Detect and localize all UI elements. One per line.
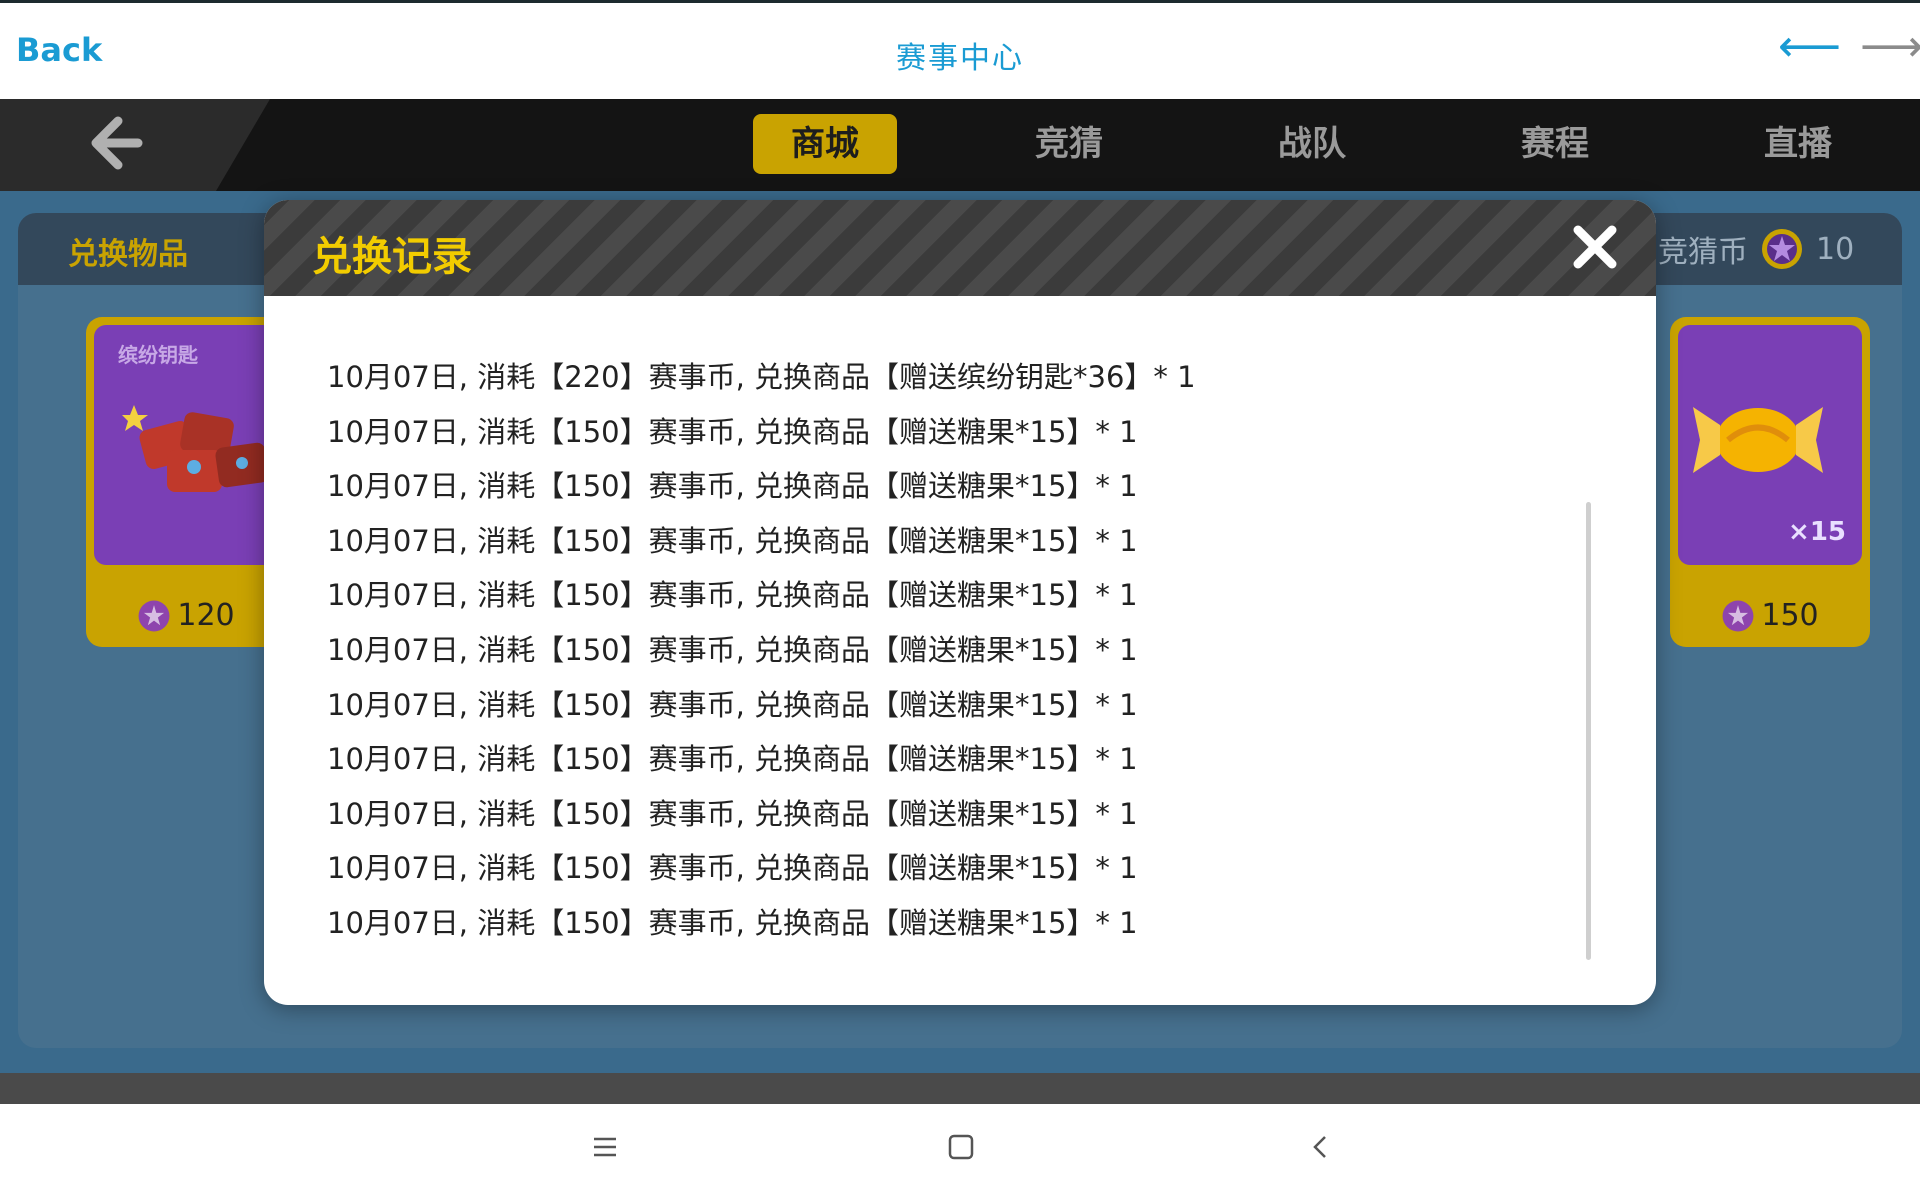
dialog-header: 兑换记录 bbox=[264, 200, 1656, 296]
card-price-value: 150 bbox=[1761, 598, 1819, 633]
close-icon[interactable] bbox=[1570, 222, 1620, 272]
dialog-title: 兑换记录 bbox=[312, 234, 472, 280]
coin-value: 10 bbox=[1816, 231, 1855, 267]
tab-label: 直播 bbox=[1764, 124, 1832, 164]
tab-live[interactable]: 直播 bbox=[1726, 114, 1870, 174]
tab-label: 竞猜 bbox=[1035, 124, 1103, 164]
candy-icon bbox=[1693, 407, 1823, 473]
nav-forward-arrow-icon[interactable]: ⟶ bbox=[1860, 25, 1920, 69]
exchange-record-dialog: 兑换记录 10月07日, 消耗【220】赛事币, 兑换商品【赠送缤纷钥匙*36】… bbox=[264, 200, 1656, 1005]
coin-label: 竞猜币 bbox=[1658, 235, 1748, 270]
shop-item-card-key[interactable]: 缤纷钥匙 120 bbox=[86, 317, 286, 647]
record-item: 10月07日, 消耗【150】赛事币, 兑换商品【赠送糖果*15】* 1 bbox=[327, 796, 1138, 831]
coin-star-icon bbox=[138, 600, 170, 631]
scrollbar[interactable] bbox=[1586, 502, 1591, 960]
record-item: 10月07日, 消耗【150】赛事币, 兑换商品【赠送糖果*15】* 1 bbox=[327, 851, 1138, 886]
record-item: 10月07日, 消耗【150】赛事币, 兑换商品【赠送糖果*15】* 1 bbox=[327, 905, 1138, 940]
tab-label: 商城 bbox=[791, 124, 859, 164]
tab-schedule[interactable]: 赛程 bbox=[1483, 114, 1627, 174]
coin-star-icon bbox=[1762, 229, 1802, 269]
record-item: 10月07日, 消耗【150】赛事币, 兑换商品【赠送糖果*15】* 1 bbox=[327, 687, 1138, 722]
arrow-left-icon[interactable] bbox=[88, 113, 144, 173]
tab-label: 战队 bbox=[1278, 124, 1346, 164]
card-price: 120 bbox=[86, 598, 286, 633]
browser-top-bar: Back 赛事中心 ⟵ ⟶ bbox=[0, 0, 1920, 99]
card-image-area: ×15 bbox=[1678, 325, 1862, 565]
record-list: 10月07日, 消耗【220】赛事币, 兑换商品【赠送缤纷钥匙*36】* 1 10… bbox=[327, 350, 1587, 951]
card-image-area: 缤纷钥匙 bbox=[94, 325, 278, 565]
tab-shop[interactable]: 商城 bbox=[753, 114, 897, 174]
coin-star-icon bbox=[1722, 600, 1754, 631]
nav-back-arrow-icon[interactable]: ⟵ bbox=[1778, 25, 1841, 69]
record-item: 10月07日, 消耗【150】赛事币, 兑换商品【赠送糖果*15】* 1 bbox=[327, 469, 1138, 504]
record-item: 10月07日, 消耗【150】赛事币, 兑换商品【赠送糖果*15】* 1 bbox=[327, 742, 1138, 777]
record-item: 10月07日, 消耗【150】赛事币, 兑换商品【赠送糖果*15】* 1 bbox=[327, 632, 1138, 667]
page-title: 赛事中心 bbox=[896, 41, 1024, 76]
card-item-label: 缤纷钥匙 bbox=[118, 343, 198, 367]
record-item: 10月07日, 消耗【150】赛事币, 兑换商品【赠送糖果*15】* 1 bbox=[327, 523, 1138, 558]
menu-icon[interactable] bbox=[592, 1134, 618, 1160]
card-price: 150 bbox=[1670, 598, 1870, 633]
record-item: 10月07日, 消耗【220】赛事币, 兑换商品【赠送缤纷钥匙*36】* 1 bbox=[327, 360, 1196, 394]
square-home-icon[interactable] bbox=[948, 1134, 974, 1160]
tab-label: 赛程 bbox=[1521, 124, 1589, 164]
chevron-left-icon[interactable] bbox=[1308, 1134, 1334, 1160]
bottom-divider-bar bbox=[0, 1073, 1920, 1104]
tab-team[interactable]: 战队 bbox=[1240, 114, 1384, 174]
tab-guess[interactable]: 竞猜 bbox=[997, 114, 1141, 174]
game-nav-bar: 商城 竞猜 战队 赛程 直播 bbox=[0, 99, 1920, 191]
card-quantity: ×15 bbox=[1788, 517, 1846, 547]
system-nav-bar bbox=[0, 1104, 1920, 1200]
record-item: 10月07日, 消耗【150】赛事币, 兑换商品【赠送糖果*15】* 1 bbox=[327, 578, 1138, 613]
card-price-value: 120 bbox=[177, 598, 235, 633]
coin-balance: 竞猜币 10 bbox=[1658, 227, 1854, 271]
shop-item-card-candy[interactable]: ×15 150 bbox=[1670, 317, 1870, 647]
exchange-items-label: 兑换物品 bbox=[68, 237, 188, 272]
record-item: 10月07日, 消耗【150】赛事币, 兑换商品【赠送糖果*15】* 1 bbox=[327, 414, 1138, 449]
key-bundle-icon bbox=[122, 405, 269, 492]
